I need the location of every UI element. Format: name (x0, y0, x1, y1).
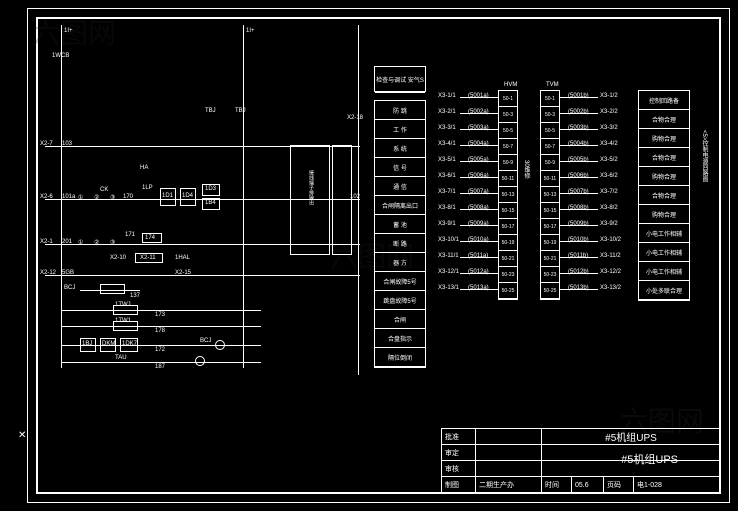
comp: TBJ (205, 108, 216, 114)
comp: BCJ (64, 285, 75, 291)
num: 5GB (62, 270, 74, 276)
comp: HA (140, 165, 148, 171)
title-block: 批准 #5机组UPS 审定 审核 制图 二期生产办 时间 05.6 页码 电1-… (441, 428, 721, 494)
comp: 137 (130, 293, 140, 299)
comp: 1D4 (182, 193, 193, 199)
pins-left: 50-1 50-3 50-5 50-7 50-9 50-11 50-13 50-… (498, 90, 518, 300)
rail (45, 275, 360, 276)
comp: 1D3 (205, 186, 216, 192)
wire (61, 362, 261, 363)
pins-right: 50-1 50-3 50-5 50-7 50-9 50-11 50-13 50-… (540, 90, 560, 300)
bus-label: X2-12 (40, 270, 56, 276)
comp: CK (100, 187, 108, 193)
comp: X2-10 (110, 255, 126, 261)
tvm-label: TVM (546, 82, 559, 88)
x3-left-col: X3-1/1 X3-2/1 X3-3/1 X3-4/1 X3-5/1 X3-6/… (438, 93, 459, 291)
drawing-title-overlay: #5机组UPS (621, 451, 678, 467)
comp: TAU (115, 355, 127, 361)
x3-right-col: X3-1/2 X3-2/2 X3-3/2 X3-4/2 X3-5/2 X3-6/… (600, 93, 621, 291)
comp-box (100, 284, 125, 294)
tb-r4d: 05.6 (572, 477, 604, 493)
label: 1I+ (64, 28, 73, 34)
tb-r1: 批准 (442, 429, 476, 444)
bus-mid (358, 65, 359, 375)
comp: BCJ (200, 338, 211, 344)
comp: DKM (102, 341, 115, 347)
hvm-label: HVM (504, 82, 517, 88)
strip1: 防 跳 工 作 系 统 信 号 通 信 合闸隔离出口 蓄 池 断 路 器 方 合… (374, 100, 426, 368)
cross-mark: ✕ (18, 430, 26, 441)
tb-r4e: 页码 (604, 477, 634, 493)
codes-left-col: (5001a) (5002a) (5003a) (5004a) (5005a) … (468, 93, 489, 291)
bus-label: X2-6 (40, 194, 53, 200)
comp: 187 (155, 364, 165, 370)
lamp-icon (215, 340, 225, 350)
comp: 172 (155, 347, 165, 353)
terminal-strip (332, 145, 352, 255)
node: ① (78, 239, 83, 246)
codes-right-col: (5001b) (5002b) (5003b) (5004b) (5005b) … (568, 93, 589, 291)
comp: 1BJ (82, 341, 92, 347)
bus-left (61, 48, 62, 368)
lamp-icon (195, 356, 205, 366)
bus-label: X2-7 (40, 141, 53, 147)
tb-r4f: 电1-028 (634, 477, 720, 493)
comp: TBJ (235, 108, 246, 114)
drawing-title: #5机组UPS (542, 429, 720, 444)
strip2: 控制回路备 合物合理 购物合理 合物合理 购物合理 合物合理 购物合理 小电工作… (638, 90, 690, 301)
wire (61, 25, 62, 50)
num: 201 (62, 239, 72, 245)
node: ② (94, 194, 99, 201)
comp: 1B4 (205, 200, 216, 206)
comp-box (113, 305, 138, 315)
num: 103 (62, 141, 72, 147)
node: ① (78, 194, 83, 201)
label: 1I+ (246, 28, 255, 34)
vlabel: 接线端子排输出 (308, 170, 315, 205)
comp: X2-18 (347, 115, 363, 121)
tb-r2: 审定 (442, 445, 476, 460)
strip1-header: 检查与调试 安气S (374, 66, 426, 92)
vstrip-label: 30维修 (522, 160, 531, 179)
tb-r4b: 二期生产办 (476, 477, 542, 493)
node: ③ (110, 239, 115, 246)
comp: 1LP (142, 185, 153, 191)
comp: 174 (145, 235, 155, 241)
bus-right (243, 48, 244, 368)
comp: X2-15 (175, 270, 191, 276)
wire (61, 310, 261, 311)
comp-box (113, 321, 138, 331)
comp-box (135, 253, 163, 263)
tb-r4c: 时间 (542, 477, 572, 493)
tb-r4: 制图 (442, 477, 476, 493)
node: ② (94, 239, 99, 246)
comp: 1DK7 (122, 341, 137, 347)
wire (358, 25, 359, 65)
right-vlabel: <5>控制电源回路图 (700, 130, 709, 182)
comp: 170 (123, 194, 133, 200)
tb-r3: 审核 (442, 461, 476, 476)
bus-label: X2-1 (40, 239, 53, 245)
comp: 171 (125, 232, 135, 238)
node: ③ (110, 194, 115, 201)
comp: 1D1 (162, 193, 173, 199)
wire (243, 25, 244, 50)
num: 101a (62, 194, 75, 200)
wire (61, 326, 261, 327)
comp: 1HAL (175, 255, 190, 261)
comp: 173 (155, 312, 165, 318)
comp: 178 (155, 328, 165, 334)
